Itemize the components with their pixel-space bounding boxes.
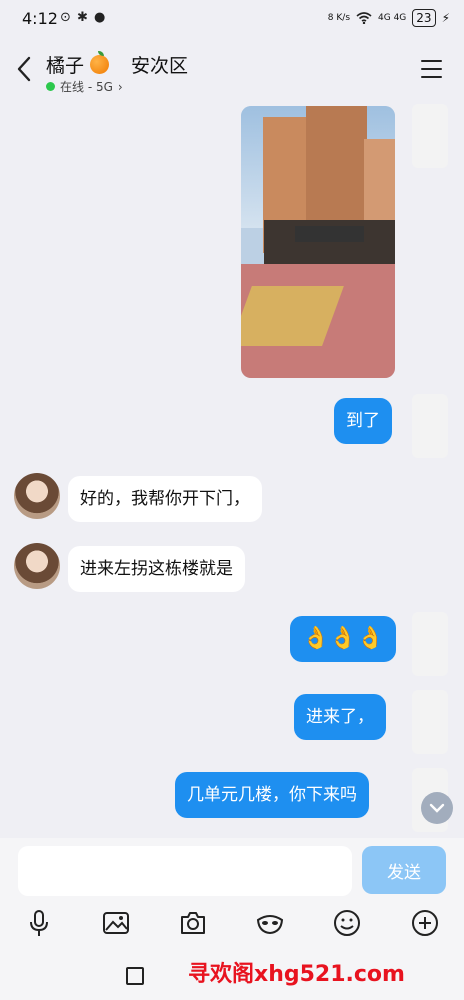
message-input[interactable] [18,846,352,896]
message-bubble[interactable]: 进来左拐这栋楼就是 [68,546,245,592]
chat-title[interactable]: 橘子 安次区 [46,51,188,78]
system-nav-bar: 寻欢阁xhg521.com [0,944,464,1000]
online-dot-icon [46,82,55,91]
chat-header: 橘子 安次区 在线 - 5G › [0,38,464,100]
contact-avatar[interactable] [14,473,60,519]
watermark-text: 寻欢阁xhg521.com [188,962,405,987]
self-avatar[interactable] [412,612,448,676]
self-avatar[interactable] [412,104,448,168]
chevron-down-icon [429,803,445,813]
clock: 4:12 [22,9,58,28]
wifi-icon [356,12,372,24]
scroll-to-bottom-button[interactable] [421,792,453,824]
chevron-right-icon: › [117,79,123,94]
status-right: 8 K/s 4G 4G 23 ⚡ [328,9,450,27]
contact-avatar[interactable] [14,543,60,589]
mask-icon[interactable] [255,908,285,938]
signal-icon: 4G 4G [378,13,407,23]
image-message[interactable] [241,106,395,378]
emoji-message[interactable]: 👌👌👌 [290,616,397,662]
presence-text: 在线 - 5G [60,80,113,94]
message-bubble[interactable]: 到了 [334,398,392,444]
self-avatar[interactable] [412,394,448,458]
menu-icon[interactable] [421,60,442,78]
recent-apps-icon[interactable] [126,967,144,985]
charging-icon: ⚡ [441,11,450,25]
self-avatar[interactable] [412,690,448,754]
composer: 发送 [0,838,464,904]
status-bar: 4:12 ⊙ ✱ ● 8 K/s 4G 4G 23 ⚡ [0,0,464,38]
camera-icon[interactable] [178,908,208,938]
image-icon[interactable] [101,908,131,938]
input-toolbar [0,904,464,944]
message-bubble[interactable]: 几单元几楼，你下来吗 [175,772,369,818]
battery-icon: 23 [412,9,436,27]
message-bubble[interactable]: 进来了， [294,694,386,740]
back-arrow-icon[interactable] [12,54,38,84]
message-bubble[interactable]: 好的，我帮你开下门， [68,476,262,522]
mic-icon[interactable] [24,908,54,938]
orange-icon [90,51,110,74]
contact-name: 橘子 [46,55,85,77]
contact-location: 安次区 [131,55,189,77]
net-speed: 8 K/s [327,13,351,23]
presence-status[interactable]: 在线 - 5G › [46,78,123,95]
plus-icon[interactable] [410,908,440,938]
emoji-icon[interactable] [332,908,362,938]
status-left-icons: ⊙ ✱ ● [60,10,107,25]
send-button[interactable]: 发送 [362,846,446,894]
